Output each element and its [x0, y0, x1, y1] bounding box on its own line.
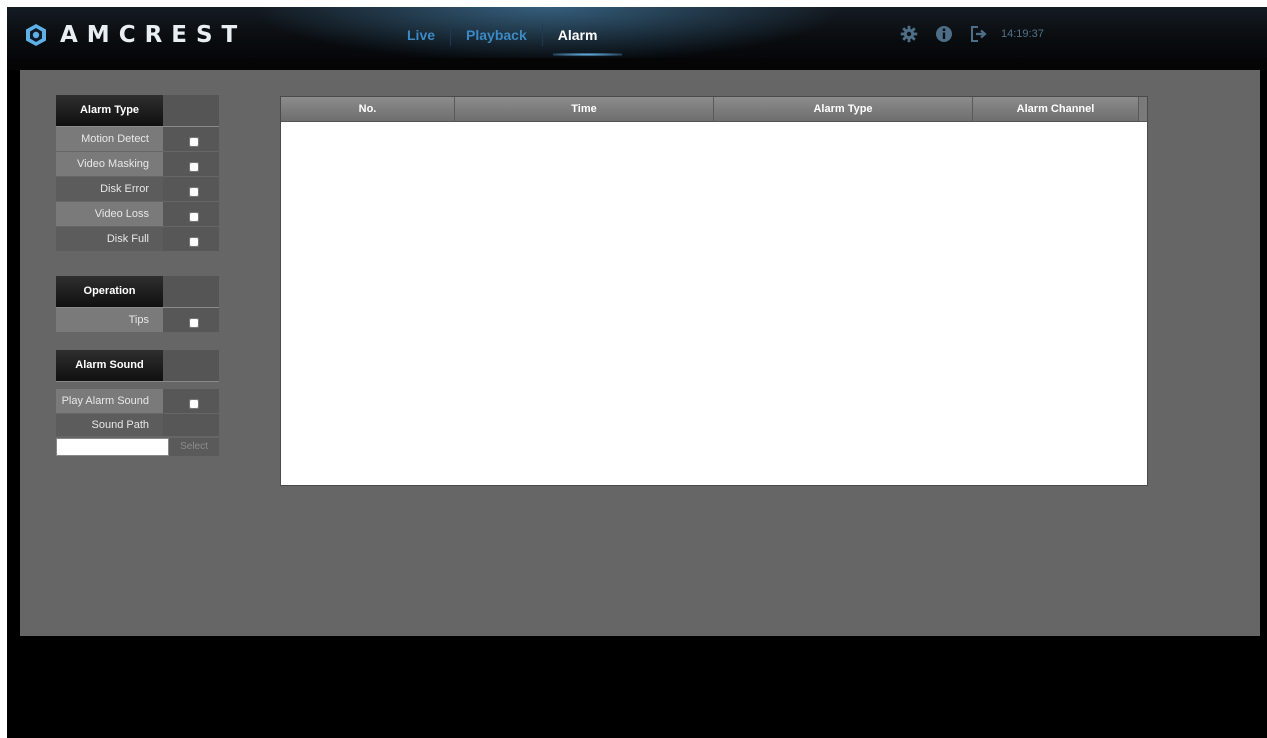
- operation-section: Operation Tips: [56, 276, 219, 332]
- select-button[interactable]: Select: [169, 438, 219, 456]
- brand-logo: AMCREST: [24, 22, 247, 48]
- disk-full-label: Disk Full: [56, 227, 163, 251]
- alarm-type-row: Video Masking: [56, 152, 219, 176]
- column-header-alarm-channel[interactable]: Alarm Channel: [973, 97, 1139, 121]
- clock: 14:19:37: [1001, 28, 1044, 40]
- nav-alarm[interactable]: Alarm: [543, 24, 633, 56]
- info-icon[interactable]: [935, 25, 953, 43]
- tips-checkbox[interactable]: [189, 318, 199, 328]
- video-masking-label: Video Masking: [56, 152, 163, 176]
- disk-error-label: Disk Error: [56, 177, 163, 201]
- play-alarm-sound-row: Play Alarm Sound: [56, 389, 219, 413]
- window-frame-left: [0, 0, 7, 738]
- logout-icon[interactable]: [970, 25, 988, 43]
- nav-live[interactable]: Live: [392, 24, 452, 46]
- alarm-type-row: Motion Detect: [56, 127, 219, 151]
- sound-path-controls: Select: [56, 438, 219, 456]
- motion-detect-label: Motion Detect: [56, 127, 163, 151]
- disk-error-checkbox[interactable]: [189, 187, 199, 197]
- video-loss-label: Video Loss: [56, 202, 163, 226]
- sound-path-row: Sound Path: [56, 414, 219, 436]
- alarm-sound-section: Alarm Sound Play Alarm Sound Sound Path …: [56, 350, 219, 456]
- column-header-no[interactable]: No.: [281, 97, 455, 121]
- column-header-time[interactable]: Time: [455, 97, 714, 121]
- alarm-sound-title: Alarm Sound: [56, 350, 163, 382]
- video-loss-checkbox[interactable]: [189, 212, 199, 222]
- header-tools: 14:19:37: [900, 23, 1044, 45]
- main-nav: Live Playback Alarm: [392, 22, 633, 56]
- column-header-alarm-type[interactable]: Alarm Type: [714, 97, 973, 121]
- header-divider: [7, 58, 1267, 70]
- tips-label: Tips: [56, 308, 163, 332]
- alarm-type-row: Video Loss: [56, 202, 219, 226]
- play-alarm-sound-checkbox[interactable]: [189, 399, 199, 409]
- alarm-page: Alarm Type Motion Detect Video Masking D…: [20, 70, 1260, 636]
- table-header-scroll-gutter: [1139, 97, 1147, 121]
- alarm-type-row: Disk Error: [56, 177, 219, 201]
- play-alarm-sound-label: Play Alarm Sound: [56, 389, 163, 413]
- motion-detect-checkbox[interactable]: [189, 137, 199, 147]
- operation-title: Operation: [56, 276, 163, 308]
- nav-playback[interactable]: Playback: [451, 24, 543, 46]
- alarm-type-title: Alarm Type: [56, 95, 163, 127]
- table-header: No. Time Alarm Type Alarm Channel: [281, 97, 1147, 122]
- operation-row: Tips: [56, 308, 219, 332]
- sound-path-input[interactable]: [56, 438, 169, 456]
- video-masking-checkbox[interactable]: [189, 162, 199, 172]
- alarm-type-row: Disk Full: [56, 227, 219, 251]
- top-bar: AMCREST Live Playback Alarm 14:19:37: [7, 7, 1267, 58]
- brand-name: AMCREST: [60, 22, 247, 48]
- amcrest-logo-icon: [26, 24, 46, 46]
- gear-icon[interactable]: [900, 25, 918, 43]
- disk-full-checkbox[interactable]: [189, 237, 199, 247]
- alarm-table: No. Time Alarm Type Alarm Channel: [280, 96, 1148, 486]
- window-frame-top: [0, 0, 1267, 7]
- alarm-type-section: Alarm Type Motion Detect Video Masking D…: [56, 95, 219, 251]
- sound-path-label: Sound Path: [56, 414, 163, 436]
